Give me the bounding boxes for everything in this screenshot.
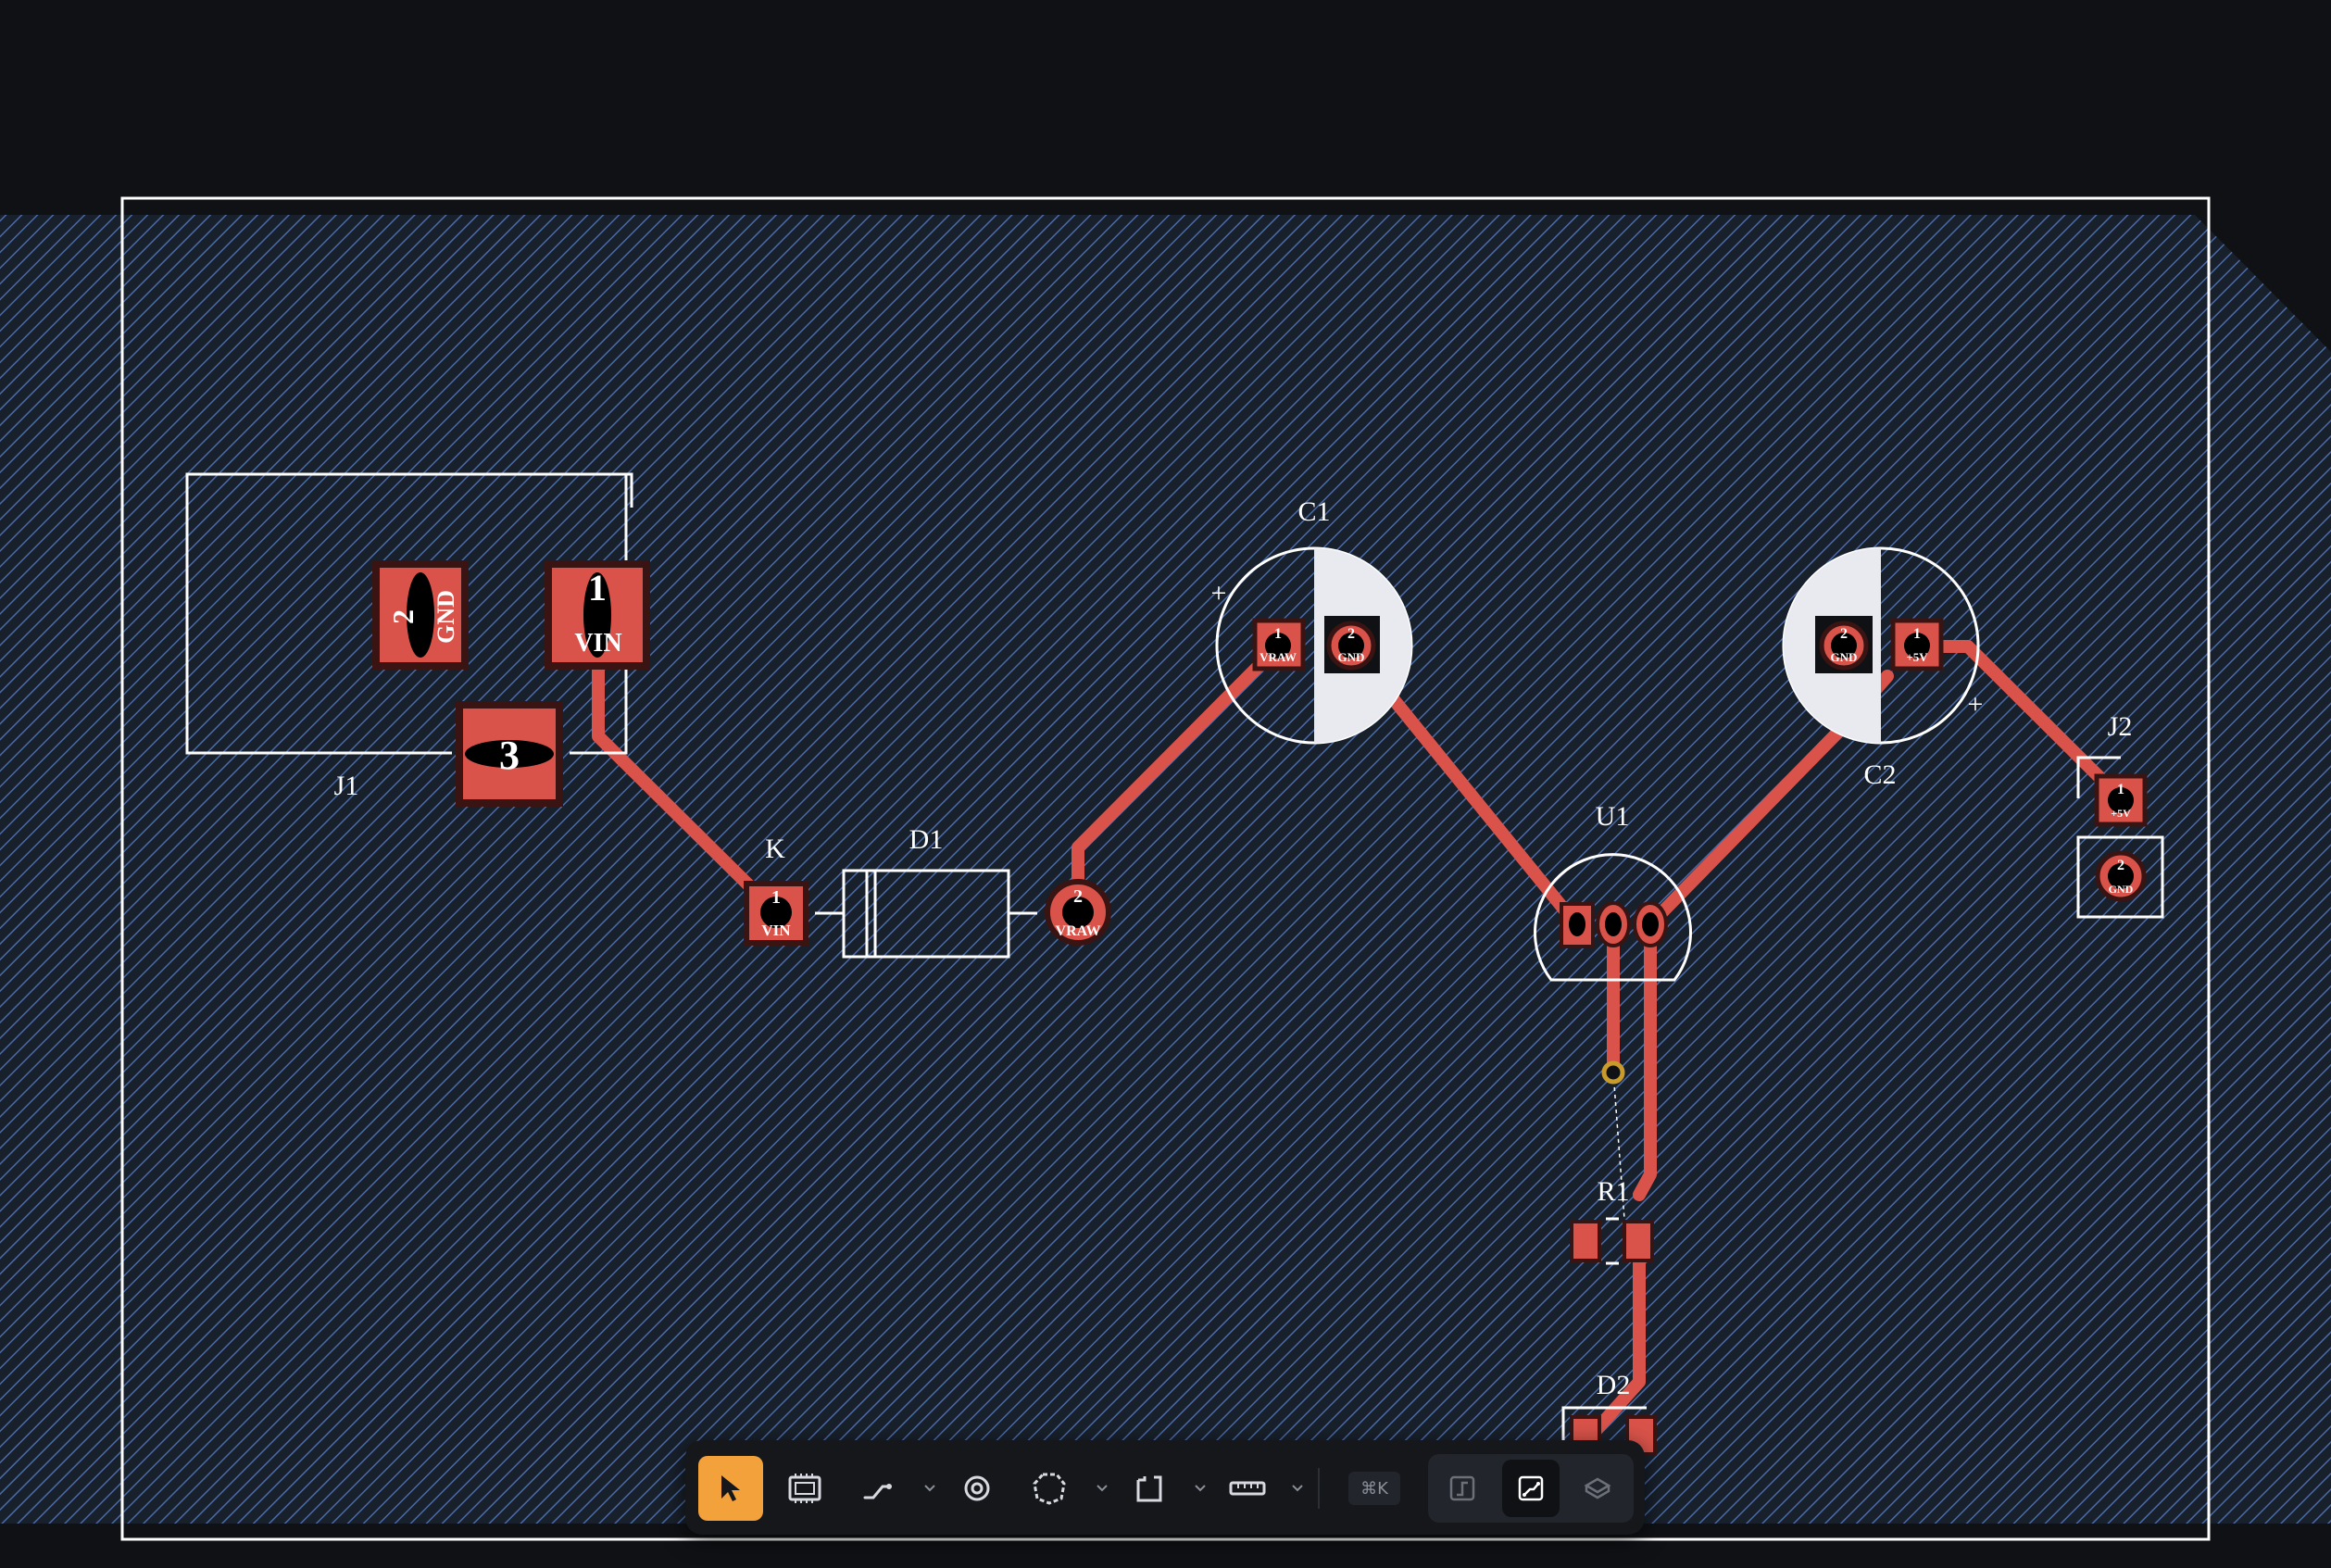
pcb-view-icon xyxy=(1518,1475,1544,1501)
j1-pad-1[interactable]: 1 VIN xyxy=(545,560,650,670)
view-switcher xyxy=(1428,1454,1634,1523)
r1-ref-label: R1 xyxy=(1597,1176,1629,1207)
j1-pad-1-num: 1 xyxy=(588,567,607,608)
c2-pad-1-net: +5V xyxy=(1906,650,1928,664)
c1-ref-label: C1 xyxy=(1297,496,1330,527)
r1-pad-2[interactable] xyxy=(1623,1220,1654,1262)
draw-zone-dropdown[interactable] xyxy=(1094,1477,1110,1499)
select-tool-button[interactable] xyxy=(698,1456,763,1521)
j2-pad-1-net: +5V xyxy=(2111,807,2131,820)
command-palette-shortcut[interactable]: ⌘K xyxy=(1348,1472,1400,1505)
k-pad-1-net: VIN xyxy=(761,922,791,939)
3d-view-button[interactable] xyxy=(1569,1460,1626,1517)
trace-icon xyxy=(863,1484,892,1499)
c1-plus: + xyxy=(1211,578,1227,608)
board-outline-button[interactable] xyxy=(1117,1456,1182,1521)
route-trace-button[interactable] xyxy=(845,1456,909,1521)
d1-ref-label: D1 xyxy=(909,824,944,855)
j2-pad-2-net: GND xyxy=(2109,883,2134,896)
outline-icon xyxy=(1136,1475,1162,1502)
zone-icon xyxy=(1033,1473,1066,1505)
d1-pad-2-num: 2 xyxy=(1073,886,1083,907)
pcb-view-button[interactable] xyxy=(1502,1460,1560,1517)
place-component-button[interactable] xyxy=(772,1456,837,1521)
d1-pad-2[interactable]: 2 VRAW xyxy=(1045,879,1111,946)
j2-pad-1-num: 1 xyxy=(2117,782,2124,797)
k-ref-label: K xyxy=(765,834,785,864)
j1-pad-3-num: 3 xyxy=(499,733,520,778)
r1-pad-1[interactable] xyxy=(1570,1220,1601,1262)
measure-dropdown[interactable] xyxy=(1289,1477,1306,1499)
u1-pad-1[interactable] xyxy=(1560,902,1595,948)
c2-pad-2-net: GND xyxy=(1831,650,1858,664)
j1-ref-label: J1 xyxy=(334,771,359,801)
c2-pad-2-num: 2 xyxy=(1840,626,1848,642)
pcb-canvas[interactable]: J1 2 GND 1 VIN 3 K D1 1 VIN 2 VRAW C1 + … xyxy=(0,0,2331,1568)
copper-pour xyxy=(0,215,2331,1524)
c1-pad-1-num: 1 xyxy=(1274,626,1282,642)
board-outline-dropdown[interactable] xyxy=(1192,1477,1209,1499)
chevron-down-icon xyxy=(924,1485,935,1492)
toolbar-divider xyxy=(1318,1468,1320,1509)
j2-pad-2[interactable]: 2 GND xyxy=(2095,850,2147,902)
ruler-icon xyxy=(1229,1481,1266,1496)
schematic-view-button[interactable] xyxy=(1434,1460,1491,1517)
j2-ref-label: J2 xyxy=(2108,711,2133,742)
j1-pad-2-num: 2 xyxy=(386,609,420,624)
k-pad-1-num: 1 xyxy=(771,887,781,908)
j1-pad-2[interactable]: 2 GND xyxy=(372,560,469,670)
c1-pad-2-num: 2 xyxy=(1347,626,1355,642)
c2-pad-2[interactable]: 2 GND xyxy=(1815,616,1873,673)
chip-icon xyxy=(788,1474,821,1503)
schematic-view-icon xyxy=(1449,1475,1475,1501)
j2-pad-2-num: 2 xyxy=(2117,858,2124,873)
u1-pad-3[interactable] xyxy=(1633,901,1668,947)
j1-pad-2-net: GND xyxy=(432,590,459,644)
chevron-down-icon xyxy=(1097,1485,1108,1492)
measure-button[interactable] xyxy=(1215,1456,1280,1521)
place-via-button[interactable] xyxy=(945,1456,1009,1521)
3d-view-icon xyxy=(1584,1477,1611,1499)
c2-pad-1[interactable]: 1 +5V xyxy=(1890,618,1944,671)
route-trace-dropdown[interactable] xyxy=(921,1477,938,1499)
j1-pad-1-net: VIN xyxy=(574,629,621,658)
u1-ref-label: U1 xyxy=(1596,801,1630,832)
j1-pad-3[interactable]: 3 xyxy=(456,701,563,807)
c2-ref-label: C2 xyxy=(1863,759,1896,790)
c1-pad-1[interactable]: 1 VRAW xyxy=(1252,618,1306,671)
d2-ref-label: D2 xyxy=(1597,1370,1631,1400)
chevron-down-icon xyxy=(1195,1485,1206,1492)
cursor-icon xyxy=(721,1475,740,1501)
draw-zone-button[interactable] xyxy=(1017,1456,1082,1521)
c2-pad-1-num: 1 xyxy=(1913,626,1921,642)
chevron-down-icon xyxy=(1292,1485,1303,1492)
c2-plus: + xyxy=(1968,689,1984,720)
j2-pad-1[interactable]: 1 +5V xyxy=(2094,773,2148,827)
c1-pad-1-net: VRAW xyxy=(1259,650,1297,664)
bottom-toolbar: ⌘K xyxy=(685,1440,1645,1535)
c1-pad-2-net: GND xyxy=(1338,650,1365,664)
d1-pad-2-net: VRAW xyxy=(1056,923,1101,939)
via-icon xyxy=(964,1475,990,1501)
k-pad-1[interactable]: 1 VIN xyxy=(744,881,808,946)
u1-pad-2[interactable] xyxy=(1596,901,1631,947)
c1-pad-2[interactable]: 2 GND xyxy=(1324,616,1380,673)
via[interactable] xyxy=(1601,1060,1625,1085)
